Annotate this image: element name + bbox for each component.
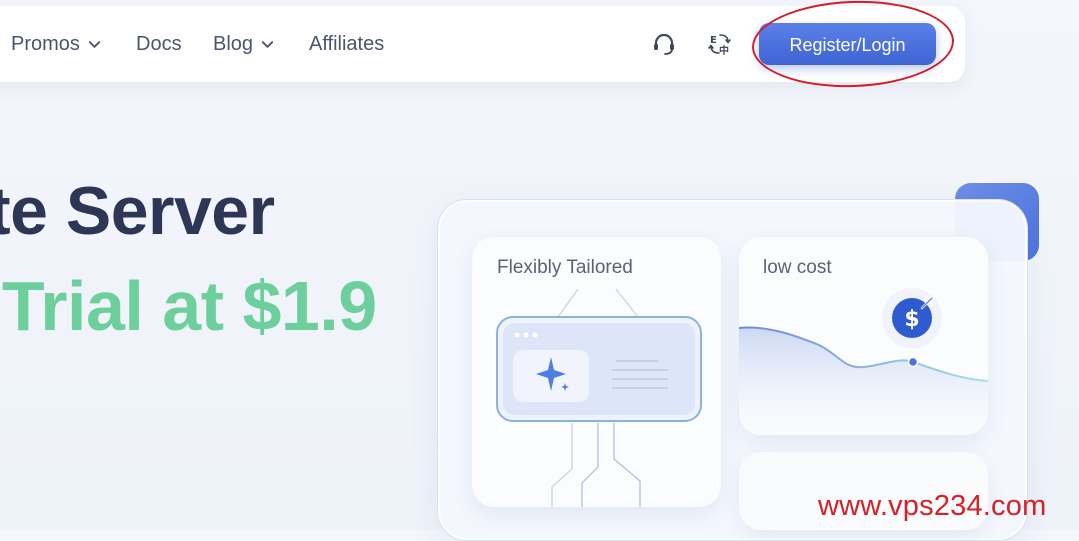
nav-promos-label: Promos [11,33,80,55]
nav-docs[interactable]: Docs [136,31,182,57]
watermark: www.vps234.com [818,490,1047,522]
nav-affiliates-label: Affiliates [309,33,385,55]
cost-chart-illustration: $ [739,288,988,435]
nav-blog[interactable]: Blog [213,31,275,57]
hero-heading: te Server [0,173,275,249]
svg-text:E: E [710,35,717,46]
nav-blog-label: Blog [213,33,254,55]
chevron-down-icon [261,40,274,48]
hero-subheading: / Trial at $1.9 [0,267,377,345]
svg-text:中: 中 [719,44,729,57]
headset-icon[interactable] [651,31,677,57]
register-login-label: Register/Login [789,35,906,55]
chevron-down-icon [88,40,101,48]
register-login-button[interactable]: Register/Login [759,23,936,65]
language-switch-icon[interactable]: E 中 [707,31,733,57]
nav-promos[interactable]: Promos [11,31,102,57]
svg-text:$: $ [904,307,919,332]
tailored-illustration [496,288,702,507]
nav-docs-label: Docs [136,33,182,55]
nav-affiliates[interactable]: Affiliates [309,31,384,57]
